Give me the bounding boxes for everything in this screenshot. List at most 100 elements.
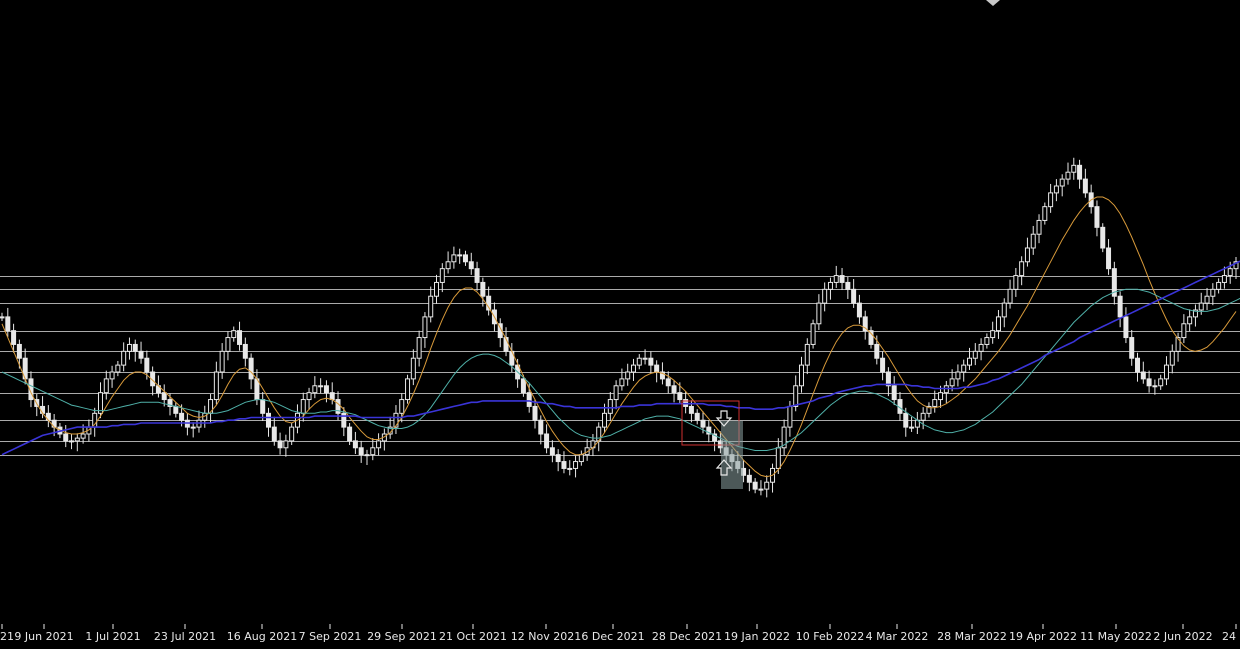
candle-body-196 xyxy=(1135,357,1141,373)
candle-body-191 xyxy=(1106,247,1112,270)
candle-body-131 xyxy=(758,488,764,491)
candle-body-199 xyxy=(1152,385,1158,388)
candle-body-187 xyxy=(1082,178,1088,194)
candle-body-152 xyxy=(880,357,886,373)
candle-body-104 xyxy=(602,412,608,428)
candle-body-115 xyxy=(665,378,671,387)
candle-body-142 xyxy=(822,288,828,304)
candle-body-31 xyxy=(179,412,185,421)
candle-body-22 xyxy=(126,343,132,352)
candle-body-185 xyxy=(1071,164,1077,173)
candle-body-38 xyxy=(219,350,225,373)
candle-body-210 xyxy=(1216,281,1222,290)
candle-body-147 xyxy=(851,288,857,304)
x-tick-label-0: 21 xyxy=(0,630,14,643)
candle-body-64 xyxy=(370,447,376,456)
chart-canvas[interactable]: 21 9 Jun 2021 1 Jul 2021 23 Jul 2021 16 Aug … xyxy=(0,0,1240,649)
candle-body-111 xyxy=(642,357,648,360)
candle-body-95 xyxy=(549,447,555,456)
price-chart[interactable]: 21 9 Jun 2021 1 Jul 2021 23 Jul 2021 16 Aug … xyxy=(0,0,1240,649)
candle-body-94 xyxy=(544,433,550,449)
candle-190 xyxy=(1100,223,1106,253)
candle-body-166 xyxy=(961,364,967,373)
candle-body-181 xyxy=(1048,192,1054,208)
candle-body-18 xyxy=(103,378,109,394)
candle-body-119 xyxy=(688,405,694,414)
candle-body-54 xyxy=(312,385,318,394)
candle-body-204 xyxy=(1181,323,1187,339)
candle-body-41 xyxy=(237,330,243,345)
candle-body-109 xyxy=(630,364,636,373)
candle-body-61 xyxy=(352,440,358,449)
candle-body-172 xyxy=(995,316,1001,332)
candle-body-211 xyxy=(1221,275,1227,283)
candle-body-176 xyxy=(1019,261,1025,277)
candle-body-208 xyxy=(1204,295,1210,304)
candle-body-46 xyxy=(265,412,271,428)
x-tick-label-3: 23 Jul 2021 xyxy=(154,630,216,643)
candle-body-157 xyxy=(909,426,915,429)
candle-140 xyxy=(810,319,816,349)
candle-body-121 xyxy=(700,419,706,428)
candle-body-178 xyxy=(1030,233,1036,249)
candle-body-2 xyxy=(11,330,17,345)
candle-body-156 xyxy=(903,412,909,428)
candle-body-70 xyxy=(405,378,411,401)
candle-body-80 xyxy=(462,254,468,263)
candle-body-107 xyxy=(619,378,625,387)
candle-body-13 xyxy=(74,437,80,442)
candle-body-184 xyxy=(1065,171,1071,180)
candle-body-106 xyxy=(613,385,619,401)
candle-body-137 xyxy=(793,385,799,407)
candle-body-97 xyxy=(561,461,567,469)
candle-body-141 xyxy=(816,302,822,325)
candle-body-197 xyxy=(1140,371,1146,380)
candle-body-116 xyxy=(671,385,677,394)
candle-body-45 xyxy=(260,399,266,414)
candle-body-138 xyxy=(798,364,804,387)
x-tick-label-14: 28 Mar 2022 xyxy=(937,630,1007,643)
candle-body-12 xyxy=(69,440,75,443)
candle-body-202 xyxy=(1169,350,1175,366)
candle-body-207 xyxy=(1198,302,1204,311)
x-tick-label-6: 29 Sep 2021 xyxy=(367,630,437,643)
x-tick-label-16: 11 May 2022 xyxy=(1080,630,1152,643)
candle-body-49 xyxy=(283,440,289,449)
x-tick-label-9: 6 Dec 2021 xyxy=(581,630,644,643)
candle-body-37 xyxy=(213,371,219,401)
candle-body-21 xyxy=(121,350,127,366)
candle-body-200 xyxy=(1158,378,1164,387)
candle-body-165 xyxy=(955,371,961,380)
candle-body-151 xyxy=(874,343,880,359)
candle-body-23 xyxy=(132,343,138,352)
candle-body-100 xyxy=(578,454,584,463)
candle-body-195 xyxy=(1129,337,1135,359)
x-tick-label-2: 1 Jul 2021 xyxy=(85,630,140,643)
candle-70 xyxy=(405,374,411,404)
candle-body-175 xyxy=(1013,275,1019,290)
candle-body-3 xyxy=(16,343,22,359)
candle-body-33 xyxy=(190,426,196,429)
candle-body-144 xyxy=(833,275,839,283)
candle-body-162 xyxy=(938,392,944,401)
candle-body-91 xyxy=(526,392,532,407)
candle-body-209 xyxy=(1210,288,1216,297)
x-tick-label-1: 9 Jun 2021 xyxy=(14,630,73,643)
candle-body-98 xyxy=(567,467,573,470)
candle-body-198 xyxy=(1146,378,1152,387)
candle-body-96 xyxy=(555,454,561,463)
candle-body-76 xyxy=(439,268,445,283)
highlight-rect xyxy=(721,421,743,489)
candle-body-189 xyxy=(1094,206,1100,228)
candle-body-177 xyxy=(1024,247,1030,263)
candle-body-53 xyxy=(306,392,312,401)
candle-body-39 xyxy=(225,337,231,352)
x-tick-label-8: 12 Nov 2021 xyxy=(511,630,581,643)
candle-body-148 xyxy=(856,302,862,318)
candle-body-30 xyxy=(173,405,179,414)
x-tick-label-5: 7 Sep 2021 xyxy=(299,630,362,643)
candle-body-63 xyxy=(364,454,370,457)
candle-body-52 xyxy=(300,399,306,414)
candle-body-173 xyxy=(1001,302,1007,318)
candle-body-40 xyxy=(231,330,237,339)
